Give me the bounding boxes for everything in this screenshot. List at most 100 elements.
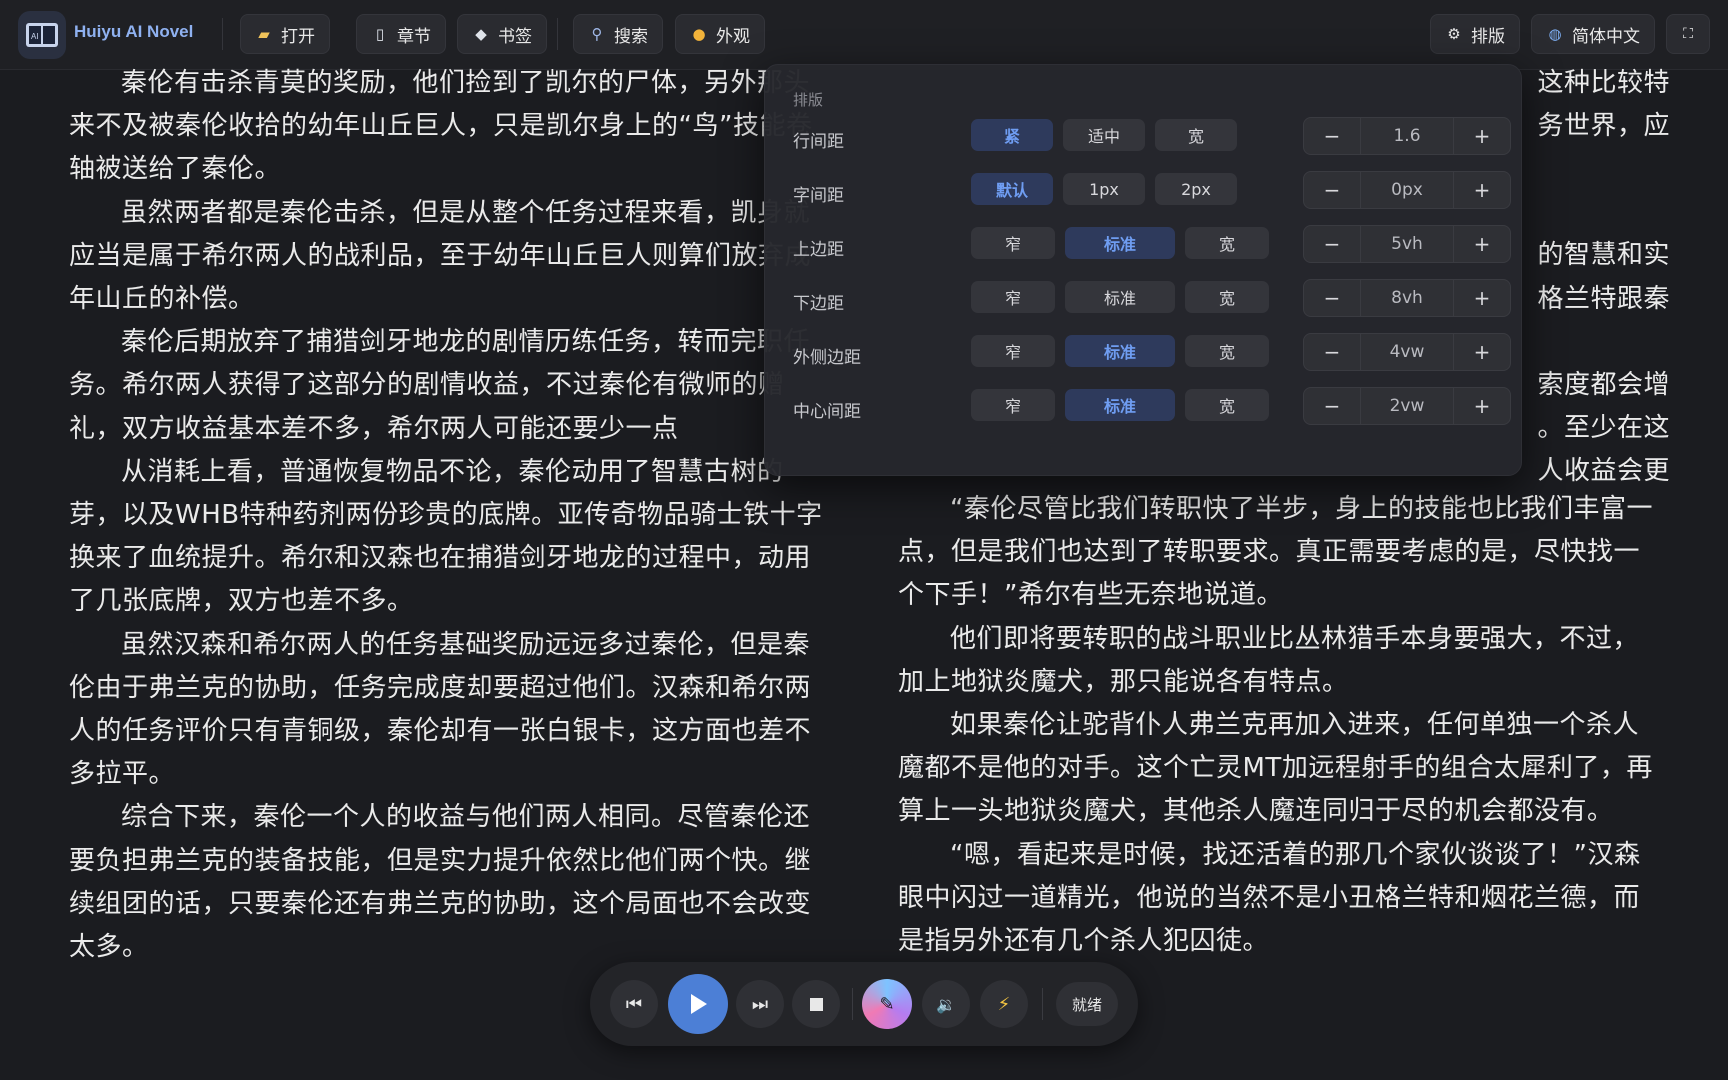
fullscreen-button[interactable]: ⛶ [1666,14,1710,54]
layout-row: 外侧边距 窄标准宽 −4vw + [765,333,1521,373]
language-button[interactable]: ◍ 简体中文 [1531,14,1655,54]
layout-row-label: 下边距 [793,294,844,314]
layout-row: 中心间距 窄标准宽 −2vw + [765,387,1521,427]
gear-icon: ⚙ [1447,25,1461,43]
voice-button[interactable]: ✎ [862,979,912,1029]
open-button[interactable]: ▰ 打开 [240,14,330,54]
stepper-value[interactable]: 4vw [1360,334,1454,370]
left-page-column: 秦伦有击杀青莫的奖励，他们捡到了凯尔的尸体，另外那头来不及被秦伦收拾的幼年山丘巨… [69,56,829,969]
chapters-button[interactable]: ▯ 章节 [356,14,446,54]
app-logo-icon: AI [18,11,66,59]
layout-option-button[interactable]: 窄 [971,281,1055,313]
play-icon [691,994,707,1014]
layout-option-button[interactable]: 宽 [1185,335,1269,367]
decrement-button[interactable]: − [1304,334,1361,370]
paragraph: 虽然两者都是秦伦击杀，但是从整个任务过程来看，凯身就应当是属于希尔两人的战利品，… [69,197,812,315]
stepper-value[interactable]: 5vh [1360,226,1454,262]
value-stepper: −1.6 + [1303,117,1511,155]
layout-option-button[interactable]: 宽 [1185,281,1269,313]
search-button[interactable]: ⚲ 搜索 [573,14,663,54]
layout-option-button[interactable]: 2px [1155,173,1237,205]
layout-row: 上边距 窄标准宽 −5vh + [765,225,1521,265]
stepper-value[interactable]: 8vh [1360,280,1454,316]
layout-option-button[interactable]: 默认 [971,173,1053,205]
document-icon: ▯ [375,25,385,43]
panel-title: 排版 [793,91,824,109]
stepper-value[interactable]: 2vw [1360,388,1454,424]
stepper-value[interactable]: 0px [1360,172,1454,208]
increment-button[interactable]: + [1453,388,1510,424]
decrement-button[interactable]: − [1304,226,1361,262]
play-button[interactable] [668,974,728,1034]
layout-option-button[interactable]: 宽 [1185,389,1269,421]
player-divider [852,988,853,1020]
value-stepper: −8vh + [1303,279,1511,317]
open-button-label: 打开 [281,26,315,47]
layout-option-button[interactable]: 标准 [1065,227,1175,259]
layout-option-button[interactable]: 宽 [1155,119,1237,151]
layout-row-label: 外侧边距 [793,348,861,368]
increment-button[interactable]: + [1453,280,1510,316]
value-stepper: −2vw + [1303,387,1511,425]
paragraph: 虽然汉森和希尔两人的任务基础奖励远远多过秦伦，但是秦伦由于弗兰克的协助，任务完成… [69,629,812,790]
folder-icon: ▰ [258,25,270,43]
search-button-label: 搜索 [614,26,648,47]
stop-icon [809,997,823,1011]
layout-option-button[interactable]: 1px [1063,173,1145,205]
decrement-button[interactable]: − [1304,172,1361,208]
bookmarks-button[interactable]: ◆ 书签 [457,14,547,54]
volume-button[interactable]: 🔉 [922,980,970,1028]
text-fragment: 。至少在这 [1537,413,1670,444]
increment-button[interactable]: + [1453,226,1510,262]
bookmarks-button-label: 书签 [498,26,532,47]
palette-icon: ● [692,25,706,43]
layout-option-button[interactable]: 窄 [971,227,1055,259]
decrement-button[interactable]: − [1304,388,1361,424]
globe-icon: ◍ [1548,25,1562,43]
svg-text:AI: AI [31,32,39,41]
speed-button[interactable]: ⚡ [980,980,1028,1028]
stepper-value[interactable]: 1.6 [1360,118,1454,154]
layout-button[interactable]: ⚙ 排版 [1430,14,1520,54]
layout-option-button[interactable]: 宽 [1185,227,1269,259]
layout-option-button[interactable]: 标准 [1065,281,1175,313]
language-button-label: 简体中文 [1572,26,1640,47]
tts-player-bar: ⏮ ⏭ ✎ 🔉 ⚡ 就绪 [590,962,1138,1046]
layout-row: 行间距 紧适中宽 −1.6 + [765,117,1521,157]
toolbar-divider [222,18,223,50]
value-stepper: −5vh + [1303,225,1511,263]
layout-option-button[interactable]: 紧 [971,119,1053,151]
right-column-visible-edge: 这种比较特 务世界，应 的智慧和实 格兰特跟秦 索度都会增 。至少在这 人收益会… [1520,56,1670,493]
stop-button[interactable] [792,980,840,1028]
paragraph: 如果秦伦让驼背仆人弗兰克再加入进来，任何单独一个杀人魔都不是他的对手。这个亡灵M… [898,710,1653,827]
layout-row-label: 中心间距 [793,402,861,422]
toolbar-divider [557,18,558,50]
text-fragment: 人收益会更 [1537,456,1670,487]
skip-back-icon: ⏮ [625,993,643,1015]
appearance-button-label: 外观 [716,26,750,47]
layout-option-button[interactable]: 窄 [971,389,1055,421]
player-divider [1042,988,1043,1020]
layout-option-button[interactable]: 窄 [971,335,1055,367]
layout-row-label: 行间距 [793,132,844,152]
search-icon: ⚲ [591,25,603,43]
layout-row: 下边距 窄标准宽 −8vh + [765,279,1521,319]
previous-button[interactable]: ⏮ [610,980,658,1028]
increment-button[interactable]: + [1453,334,1510,370]
volume-icon: 🔉 [936,994,956,1014]
increment-button[interactable]: + [1453,172,1510,208]
layout-row-label: 上边距 [793,240,844,260]
paragraph: 综合下来，秦伦一个人的收益与他们两人相同。尽管秦伦还要负担弗兰克的装备技能，但是… [69,802,812,963]
layout-option-button[interactable]: 适中 [1063,119,1145,151]
layout-option-button[interactable]: 标准 [1065,389,1175,421]
layout-option-button[interactable]: 标准 [1065,335,1175,367]
decrement-button[interactable]: − [1304,280,1361,316]
appearance-button[interactable]: ● 外观 [675,14,765,54]
chapters-button-label: 章节 [397,26,431,47]
paragraph: 秦伦后期放弃了捕猎剑牙地龙的剧情历练任务，转而完职任务。希尔两人获得了这部分的剧… [69,327,811,444]
decrement-button[interactable]: − [1304,118,1361,154]
value-stepper: −0px + [1303,171,1511,209]
layout-settings-panel: 排版 行间距紧适中宽 −1.6 + 字间距 默认 1px 2px −0px + 上边距窄标准宽 −5… [764,64,1522,476]
next-button[interactable]: ⏭ [736,980,784,1028]
increment-button[interactable]: + [1453,118,1510,154]
